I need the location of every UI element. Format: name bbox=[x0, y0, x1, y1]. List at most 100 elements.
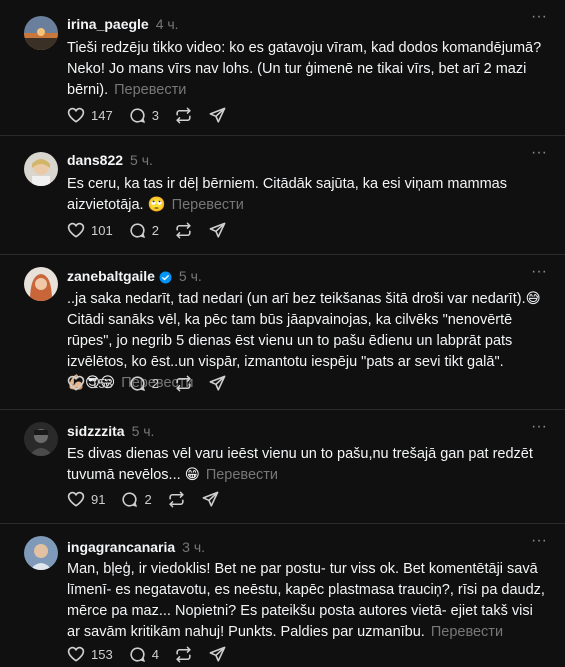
comment-icon bbox=[128, 645, 147, 664]
heart-icon bbox=[66, 489, 86, 509]
more-options-icon[interactable]: ··· bbox=[529, 145, 549, 162]
username[interactable]: irina_paegle bbox=[67, 15, 149, 33]
avatar[interactable] bbox=[24, 267, 58, 301]
reply-post: dans822 5 ч. ··· Es ceru, ka tas ir dēļ … bbox=[0, 136, 565, 255]
username[interactable]: ingagrancanaria bbox=[67, 538, 175, 556]
repost-button[interactable] bbox=[174, 106, 193, 125]
reply-count: 2 bbox=[151, 375, 159, 391]
post-text: Man, bļeģ, ir viedoklis! Bet ne par post… bbox=[67, 559, 547, 643]
repost-button[interactable] bbox=[174, 221, 193, 240]
timestamp[interactable]: 3 ч. bbox=[182, 538, 205, 556]
avatar[interactable] bbox=[24, 536, 58, 570]
post-header: dans822 5 ч. bbox=[67, 151, 153, 169]
post-text: Es ceru, ka tas ir dēļ bērniem. Citādāk … bbox=[67, 174, 547, 216]
more-options-icon[interactable]: ··· bbox=[529, 9, 549, 26]
heart-icon bbox=[66, 105, 86, 125]
reply-post: ingagrancanaria 3 ч. ··· Man, bļeģ, ir v… bbox=[0, 524, 565, 667]
more-options-icon[interactable]: ··· bbox=[529, 419, 549, 436]
reply-button[interactable]: 2 bbox=[128, 374, 159, 393]
timestamp[interactable]: 4 ч. bbox=[156, 15, 179, 33]
post-header: ingagrancanaria 3 ч. bbox=[67, 538, 205, 556]
post-text-content: Es divas dienas vēl varu ieēst vienu un … bbox=[67, 446, 533, 483]
avatar[interactable] bbox=[24, 152, 58, 186]
more-options-icon[interactable]: ··· bbox=[529, 264, 549, 281]
more-options-icon[interactable]: ··· bbox=[529, 533, 549, 550]
username[interactable]: sidzzzita bbox=[67, 422, 125, 440]
repost-icon bbox=[174, 106, 193, 125]
translate-link[interactable]: Перевести bbox=[431, 624, 503, 640]
emoji: 😁 bbox=[184, 467, 200, 483]
like-count: 101 bbox=[91, 222, 113, 238]
comment-icon bbox=[128, 106, 147, 125]
heart-icon bbox=[66, 220, 86, 240]
send-icon bbox=[208, 221, 227, 240]
post-text: Tieši redzēju tikko video: ko es gatavoj… bbox=[67, 38, 547, 101]
like-button[interactable]: 153 bbox=[66, 373, 113, 393]
emoji: 😅 bbox=[525, 291, 541, 307]
translate-link[interactable]: Перевести bbox=[114, 82, 186, 98]
post-header: zanebaltgaile 5 ч. bbox=[67, 267, 202, 285]
send-icon bbox=[208, 374, 227, 393]
reply-button[interactable]: 4 bbox=[128, 645, 159, 664]
post-text-content: ..ja saka nedarīt, tad nedari (un arī be… bbox=[67, 291, 526, 307]
post-header: sidzzzita 5 ч. bbox=[67, 422, 154, 440]
send-icon bbox=[208, 106, 227, 125]
repost-icon bbox=[167, 490, 186, 509]
send-icon bbox=[201, 490, 220, 509]
verified-badge-icon bbox=[159, 270, 172, 283]
like-button[interactable]: 153 bbox=[66, 644, 113, 664]
post-text-content: Citādi sanāks vēl, ka pēc tam būs jāapva… bbox=[67, 312, 513, 370]
comment-icon bbox=[128, 374, 147, 393]
reply-count: 2 bbox=[144, 491, 152, 507]
repost-button[interactable] bbox=[167, 490, 186, 509]
like-count: 147 bbox=[91, 107, 113, 123]
repost-button[interactable] bbox=[174, 645, 193, 664]
like-count: 153 bbox=[91, 646, 113, 662]
like-button[interactable]: 147 bbox=[66, 105, 113, 125]
share-button[interactable] bbox=[208, 221, 227, 240]
timestamp[interactable]: 5 ч. bbox=[132, 422, 155, 440]
heart-icon bbox=[66, 644, 86, 664]
reply-button[interactable]: 2 bbox=[128, 221, 159, 240]
post-actions: 153 2 bbox=[66, 373, 242, 393]
post-actions: 91 2 bbox=[66, 489, 235, 509]
avatar[interactable] bbox=[24, 16, 58, 50]
like-button[interactable]: 101 bbox=[66, 220, 113, 240]
like-count: 153 bbox=[91, 375, 113, 391]
reply-post: sidzzzita 5 ч. ··· Es divas dienas vēl v… bbox=[0, 410, 565, 524]
username[interactable]: dans822 bbox=[67, 151, 123, 169]
comment-icon bbox=[128, 221, 147, 240]
share-button[interactable] bbox=[208, 645, 227, 664]
heart-icon bbox=[66, 373, 86, 393]
post-actions: 147 3 bbox=[66, 105, 242, 125]
repost-icon bbox=[174, 374, 193, 393]
reply-button[interactable]: 3 bbox=[128, 106, 159, 125]
post-text: Es divas dienas vēl varu ieēst vienu un … bbox=[67, 444, 547, 486]
reply-post: irina_paegle 4 ч. ··· Tieši redzēju tikk… bbox=[0, 0, 565, 136]
post-actions: 101 2 bbox=[66, 220, 242, 240]
timestamp[interactable]: 5 ч. bbox=[179, 267, 202, 285]
post-text-content: Es ceru, ka tas ir dēļ bērniem. Citādāk … bbox=[67, 176, 507, 213]
share-button[interactable] bbox=[208, 106, 227, 125]
reply-post: zanebaltgaile 5 ч. ··· ..ja saka nedarīt… bbox=[0, 255, 565, 410]
reply-count: 3 bbox=[151, 107, 159, 123]
emoji: 🙄 bbox=[147, 197, 166, 213]
reply-count: 2 bbox=[151, 222, 159, 238]
comment-icon bbox=[120, 490, 139, 509]
like-button[interactable]: 91 bbox=[66, 489, 105, 509]
replies-feed: irina_paegle 4 ч. ··· Tieši redzēju tikk… bbox=[0, 0, 565, 667]
share-button[interactable] bbox=[201, 490, 220, 509]
post-actions: 153 4 bbox=[66, 644, 242, 664]
share-button[interactable] bbox=[208, 374, 227, 393]
reply-button[interactable]: 2 bbox=[120, 490, 152, 509]
translate-link[interactable]: Перевести bbox=[172, 197, 244, 213]
timestamp[interactable]: 5 ч. bbox=[130, 151, 153, 169]
repost-icon bbox=[174, 645, 193, 664]
post-header: irina_paegle 4 ч. bbox=[67, 15, 179, 33]
repost-button[interactable] bbox=[174, 374, 193, 393]
like-count: 91 bbox=[91, 491, 106, 507]
repost-icon bbox=[174, 221, 193, 240]
translate-link[interactable]: Перевести bbox=[206, 467, 278, 483]
avatar[interactable] bbox=[24, 422, 58, 456]
username[interactable]: zanebaltgaile bbox=[67, 267, 155, 285]
